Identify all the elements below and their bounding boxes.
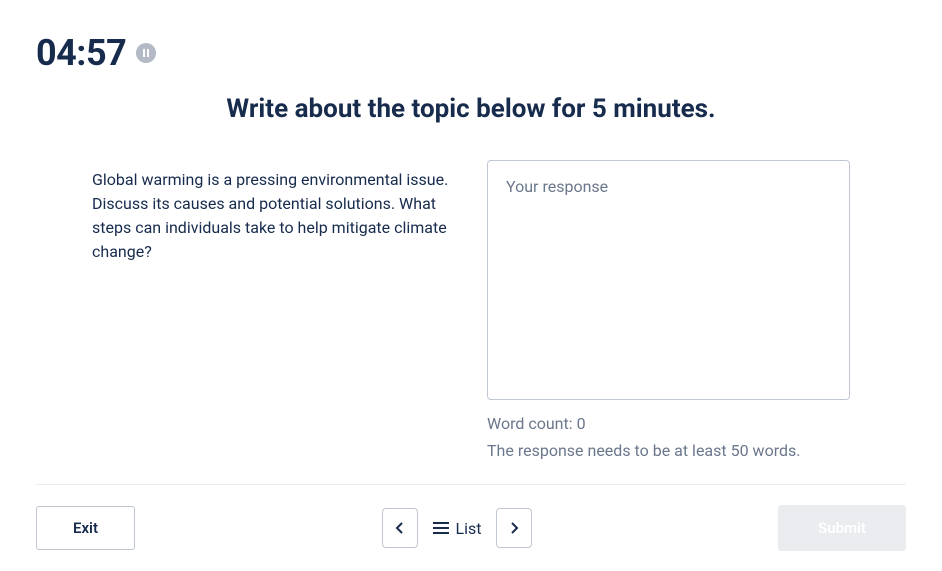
chevron-right-icon [508,522,520,534]
page-heading: Write about the topic below for 5 minute… [36,94,906,124]
pause-icon[interactable] [136,43,156,63]
word-count-label: Word count: 0 [487,414,850,433]
next-button[interactable] [496,508,532,548]
content-area: Global warming is a pressing environment… [36,160,906,460]
prompt-column: Global warming is a pressing environment… [92,160,455,460]
exit-button[interactable]: Exit [36,506,135,550]
submit-button[interactable]: Submit [778,505,906,551]
timer-row: 04:57 [36,32,906,74]
response-column: Word count: 0 The response needs to be a… [487,160,850,460]
list-button-label: List [456,519,482,538]
timer-value: 04:57 [36,32,126,74]
footer-bar: Exit List Submit [0,485,942,571]
list-button[interactable]: List [430,515,484,542]
list-icon [432,521,450,535]
nav-center: List [382,508,532,548]
response-input[interactable] [487,160,850,400]
min-words-hint: The response needs to be at least 50 wor… [487,441,850,460]
chevron-left-icon [394,522,406,534]
prompt-text: Global warming is a pressing environment… [92,168,455,264]
prev-button[interactable] [382,508,418,548]
